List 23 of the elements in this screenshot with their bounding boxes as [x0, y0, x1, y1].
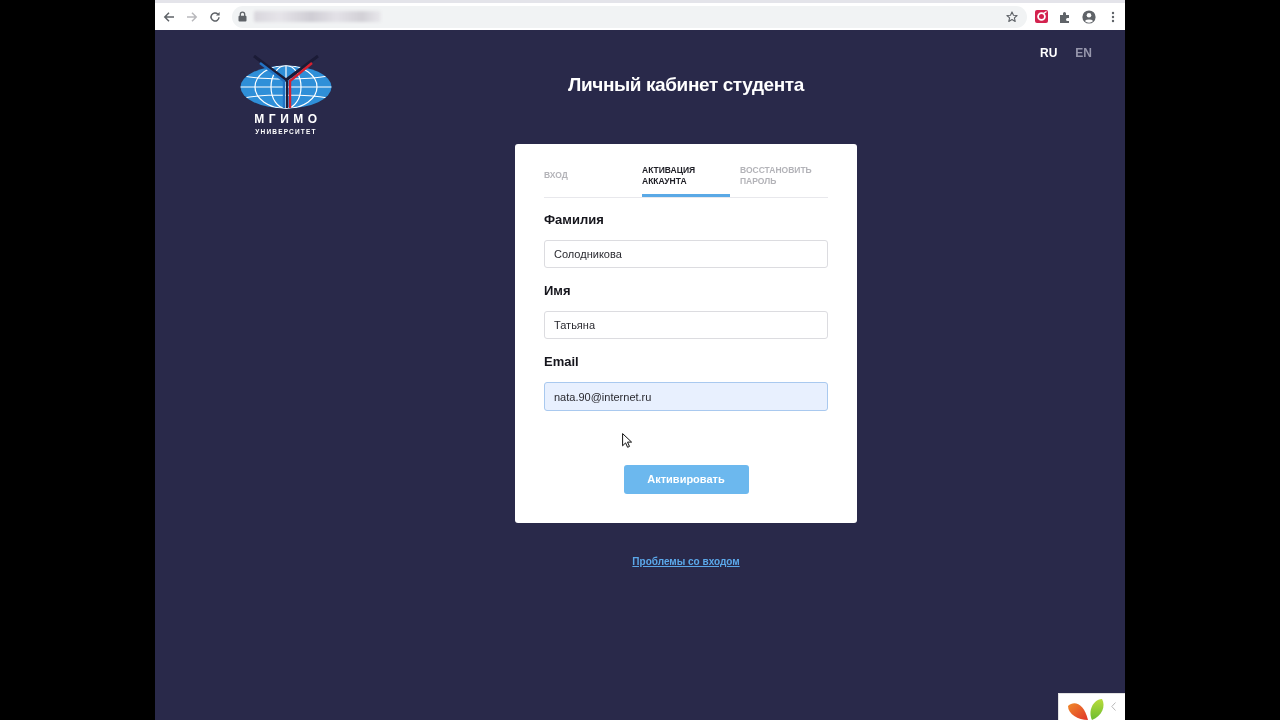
field-label: Фамилия — [544, 212, 605, 228]
language-link[interactable]: RU — [1040, 46, 1058, 60]
language-link[interactable]: EN — [1075, 46, 1092, 60]
help-link[interactable]: Проблемы со входом — [632, 556, 740, 567]
mouse-pointer-icon — [622, 433, 632, 448]
field-label: Email — [544, 354, 580, 370]
tab[interactable]: АКТИВАЦИЯ АККАУНТА — [642, 165, 730, 197]
page-title: Личный кабинет студента — [567, 73, 806, 97]
reload-icon[interactable] — [208, 10, 221, 23]
input-field[interactable]: nata.90@internet.ru — [544, 382, 828, 411]
back-arrow-icon[interactable] — [162, 10, 175, 23]
logo-text: МГИМО — [253, 113, 322, 126]
account-icon[interactable] — [1082, 9, 1096, 24]
lock-icon — [238, 11, 247, 22]
puzzle-icon[interactable] — [1059, 10, 1071, 23]
field-label: Имя — [544, 283, 572, 299]
input-field[interactable]: Татьяна — [544, 311, 828, 339]
input-field[interactable]: Солодникова — [544, 240, 828, 268]
star-icon[interactable] — [1006, 10, 1018, 23]
globe-logo-icon[interactable] — [240, 55, 332, 109]
widget-panel[interactable] — [1058, 693, 1125, 720]
menu-icon[interactable] — [1111, 10, 1115, 23]
ring-extension-icon[interactable] — [1034, 10, 1048, 23]
